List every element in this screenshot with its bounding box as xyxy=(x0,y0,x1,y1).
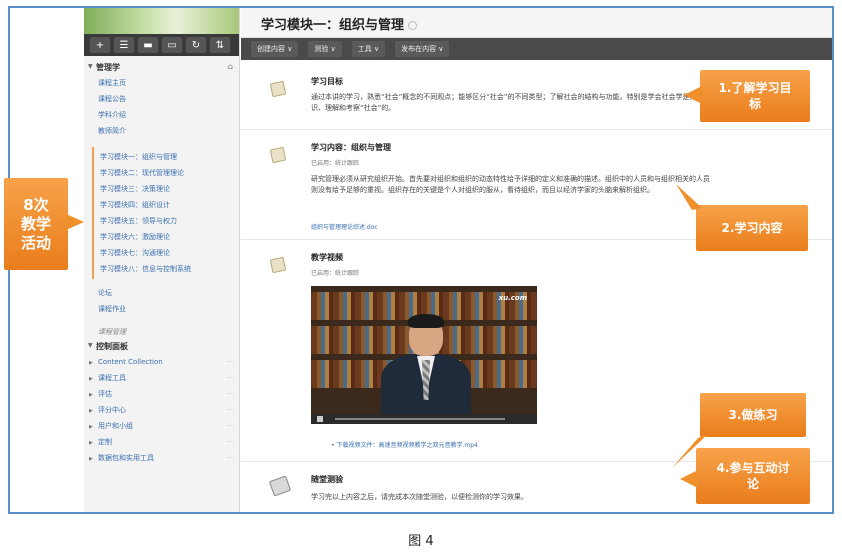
item-text: 学习完以上内容之后，请完成本次随堂测验，以便检测你的学习效果。 xyxy=(311,493,528,501)
home-icon[interactable]: ⌂ xyxy=(227,62,233,71)
sidebar-item-forum[interactable]: 论坛 xyxy=(84,285,239,301)
figure-caption: 图 4 xyxy=(408,534,434,549)
more-icon: ··· xyxy=(226,438,233,446)
course-title[interactable]: ▼ 管理学 ⌂ xyxy=(84,56,239,75)
assessment-menu[interactable]: 测验 ∨ xyxy=(308,41,342,57)
item-title[interactable]: 随堂测验 xyxy=(311,474,343,485)
item-text: 研究管理必须从研究组织开始。首先要对组织和组织的动态特性给予详细的定义和准确的描… xyxy=(311,175,710,194)
sidebar-item-module-3[interactable]: 学习模块三：决策理论 xyxy=(94,181,239,197)
sidebar-toolbar: + ☰ ▬ ▭ ↻ ⇅ xyxy=(84,34,239,56)
download-link[interactable]: • 下载视频文件：高速音频视频教学之双元音教学.mp4 xyxy=(331,440,478,449)
more-icon: ··· xyxy=(226,406,233,414)
page-title: 学习模块一：组织与管理 xyxy=(241,8,832,38)
caret-right-icon: ▶ xyxy=(89,456,93,462)
folder-icon[interactable]: ▬ xyxy=(138,37,158,53)
sidebar-item-module-6[interactable]: 学习模块六：激励理论 xyxy=(94,229,239,245)
publish-content-menu[interactable]: 发布在内容 ∨ xyxy=(395,41,450,57)
caret-right-icon: ▶ xyxy=(89,424,93,430)
more-icon: ··· xyxy=(226,390,233,398)
caret-down-icon: ▼ xyxy=(88,342,93,349)
callout-pointer xyxy=(676,184,702,210)
sidebar-item-module-4[interactable]: 学习模块四：组织设计 xyxy=(94,197,239,213)
lecturer-image xyxy=(381,314,471,416)
tools-menu[interactable]: 工具 ∨ xyxy=(351,41,386,57)
document-icon xyxy=(269,256,287,274)
more-icon: ··· xyxy=(226,358,233,366)
more-icon: ··· xyxy=(226,374,233,382)
sidebar-item-homework[interactable]: 课程作业 xyxy=(84,301,239,317)
callout-discussion: 4.参与互动讨 论 xyxy=(696,448,810,504)
options-circle-icon[interactable] xyxy=(408,21,418,30)
plus-icon[interactable]: + xyxy=(90,37,110,53)
control-item[interactable]: ▶ 课程工具 ··· xyxy=(84,370,239,386)
document-icon xyxy=(269,146,287,164)
sidebar-item-module-5[interactable]: 学习模块五：领导与权力 xyxy=(94,213,239,229)
create-content-menu[interactable]: 创建内容 ∨ xyxy=(251,41,299,57)
callout-teaching-activities: 8次 教学 活动 xyxy=(4,178,68,270)
caret-down-icon: ▼ xyxy=(88,63,93,70)
sidebar-item-module-1[interactable]: 学习模块一：组织与管理 xyxy=(94,149,239,165)
video-logo: xu.com xyxy=(498,294,527,302)
sidebar-item-module-8[interactable]: 学习模块八：信息与控制系统 xyxy=(94,261,239,277)
more-icon: ··· xyxy=(226,422,233,430)
callout-pointer xyxy=(66,214,84,230)
callout-pointer xyxy=(680,470,698,488)
sidebar-item-module-2[interactable]: 学习模块二：现代管理理论 xyxy=(94,165,239,181)
course-sidebar: + ☰ ▬ ▭ ↻ ⇅ ▼ 管理学 ⌂ 课程主页 课程公告 学科介绍 教师简介 … xyxy=(84,8,240,512)
item-text: 通过本讲的学习，熟悉“社会”概念的不同观点；能够区分“社会”的不同类型；了解社会… xyxy=(311,93,711,112)
sort-icon[interactable]: ⇅ xyxy=(210,37,230,53)
callout-learning-content: 2.学习内容 xyxy=(696,205,808,251)
item-title[interactable]: 教学视频 xyxy=(311,252,343,263)
control-item[interactable]: ▶ 定制 ··· xyxy=(84,434,239,450)
control-item[interactable]: ▶ 用户和小组 ··· xyxy=(84,418,239,434)
control-item[interactable]: ▶ Content Collection ··· xyxy=(84,354,239,370)
item-meta: 已启用：统计跟踪 xyxy=(311,160,360,167)
callout-pointer xyxy=(684,86,702,104)
document-icon xyxy=(269,80,287,98)
module-list: 学习模块一：组织与管理 学习模块二：现代管理理论 学习模块三：决策理论 学习模块… xyxy=(92,147,239,279)
quiz-icon xyxy=(268,475,292,497)
control-panel-title[interactable]: ▼ 控制面板 xyxy=(84,339,239,354)
caret-right-icon: ▶ xyxy=(89,360,93,366)
control-item[interactable]: ▶ 评分中心 ··· xyxy=(84,402,239,418)
video-controls[interactable] xyxy=(311,414,537,424)
sidebar-item-announcements[interactable]: 课程公告 xyxy=(84,91,239,107)
control-item[interactable]: ▶ 评估 ··· xyxy=(84,386,239,402)
sidebar-item-teacher[interactable]: 教师简介 xyxy=(84,123,239,139)
sidebar-item-intro[interactable]: 学科介绍 xyxy=(84,107,239,123)
list-icon[interactable]: ☰ xyxy=(114,37,134,53)
caret-right-icon: ▶ xyxy=(89,392,93,398)
attachment-link[interactable]: 组织与管理理论综述.doc xyxy=(311,222,378,231)
caret-right-icon: ▶ xyxy=(89,376,93,382)
item-title[interactable]: 学习内容：组织与管理 xyxy=(311,142,391,153)
callout-exercise: 3.做练习 xyxy=(700,393,806,437)
sidebar-item-home[interactable]: 课程主页 xyxy=(84,75,239,91)
item-title[interactable]: 学习目标 xyxy=(311,76,343,87)
sidebar-item-module-7[interactable]: 学习模块七：沟通理论 xyxy=(94,245,239,261)
action-menu-bar: 创建内容 ∨ 测验 ∨ 工具 ∨ 发布在内容 ∨ xyxy=(241,38,832,60)
play-icon[interactable] xyxy=(317,416,323,422)
video-player[interactable]: xu.com xyxy=(311,286,537,424)
more-icon: ··· xyxy=(226,454,233,462)
caret-right-icon: ▶ xyxy=(89,408,93,414)
item-meta: 已启用：统计跟踪 xyxy=(311,270,360,277)
course-banner xyxy=(84,8,239,34)
caret-right-icon: ▶ xyxy=(89,440,93,446)
course-management-title: 课程管理 xyxy=(98,328,126,336)
refresh-icon[interactable]: ↻ xyxy=(186,37,206,53)
callout-objectives: 1.了解学习目 标 xyxy=(700,70,810,122)
control-item[interactable]: ▶ 数据包和实用工具 ··· xyxy=(84,450,239,466)
seek-bar[interactable] xyxy=(335,418,505,420)
monitor-icon[interactable]: ▭ xyxy=(162,37,182,53)
